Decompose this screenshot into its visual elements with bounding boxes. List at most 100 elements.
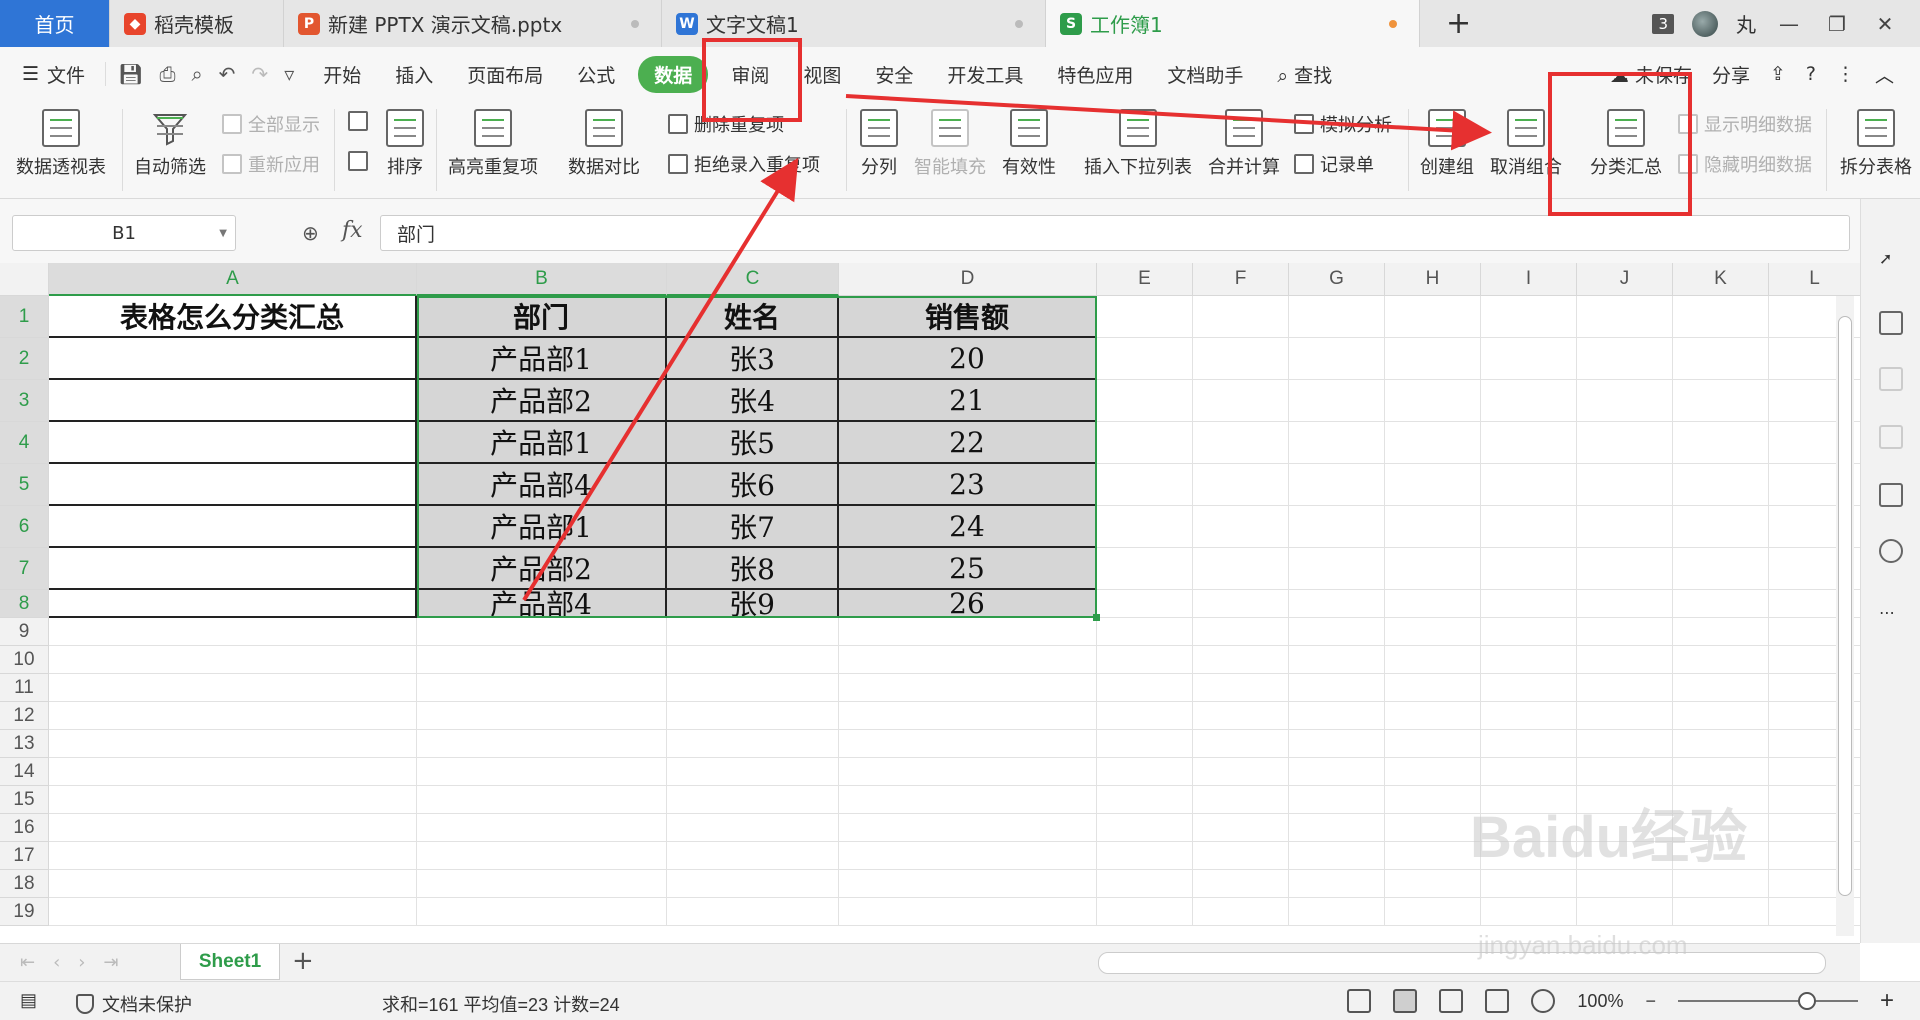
cell[interactable] (1097, 590, 1193, 618)
reapply-button[interactable]: 重新应用 (222, 151, 320, 177)
row-header-9[interactable]: 9 (0, 618, 49, 646)
smart-fill-button[interactable]: 智能填充 (914, 109, 986, 179)
cell[interactable] (839, 842, 1097, 870)
cell[interactable] (49, 758, 417, 786)
cell-data[interactable]: 20 (839, 338, 1097, 380)
cell[interactable] (1481, 296, 1577, 338)
select-all-corner[interactable] (0, 263, 49, 296)
redo-icon[interactable]: ↷ (251, 62, 268, 86)
more-icon[interactable]: ⋯ (1879, 603, 1903, 627)
print-icon[interactable]: ⎙ (159, 62, 175, 86)
cell[interactable] (1097, 786, 1193, 814)
cell[interactable] (49, 730, 417, 758)
print-preview-icon[interactable]: ⌕ (191, 62, 202, 86)
cell[interactable] (1577, 618, 1673, 646)
tab-word[interactable]: W 文字文稿1 (662, 0, 1046, 47)
cell-data[interactable]: 张4 (667, 380, 839, 422)
cell[interactable] (1193, 870, 1289, 898)
cell[interactable] (839, 758, 1097, 786)
cell[interactable] (1097, 702, 1193, 730)
tab-unsaved-dot[interactable] (1389, 20, 1397, 28)
row-header-7[interactable]: 7 (0, 548, 49, 590)
fill-handle[interactable] (1093, 614, 1100, 621)
cell-data[interactable]: 产品部2 (417, 548, 667, 590)
cell[interactable] (1193, 422, 1289, 464)
zoom-level[interactable]: 100% (1577, 991, 1623, 1012)
protection-status[interactable]: 文档未保护 (76, 991, 192, 1017)
cell[interactable] (1193, 842, 1289, 870)
cell-data[interactable]: 张6 (667, 464, 839, 506)
cell-data[interactable]: 23 (839, 464, 1097, 506)
row-header-17[interactable]: 17 (0, 842, 49, 870)
cell[interactable] (1289, 870, 1385, 898)
cell[interactable] (1097, 898, 1193, 926)
cell[interactable] (1385, 730, 1481, 758)
validity-button[interactable]: 有效性 (1002, 109, 1056, 179)
column-header-f[interactable]: F (1193, 263, 1289, 296)
cell[interactable] (1193, 730, 1289, 758)
cell[interactable] (1673, 618, 1769, 646)
next-sheet-icon[interactable]: › (78, 952, 85, 973)
cell[interactable] (667, 870, 839, 898)
cell[interactable] (1193, 380, 1289, 422)
cell[interactable] (1481, 548, 1577, 590)
first-sheet-icon[interactable]: ⇤ (20, 952, 35, 973)
cell-title[interactable]: 表格怎么分类汇总 (49, 296, 417, 338)
menu-security[interactable]: 安全 (858, 61, 930, 88)
cell[interactable] (1097, 618, 1193, 646)
cell[interactable] (1097, 506, 1193, 548)
data-compare-button[interactable]: 数据对比 (568, 109, 640, 179)
ungroup-button[interactable]: 取消组合 (1490, 109, 1562, 179)
show-detail-button[interactable]: 显示明细数据 (1678, 111, 1812, 137)
help-icon[interactable]: ? (1806, 63, 1816, 85)
cell[interactable] (667, 842, 839, 870)
cell[interactable] (1673, 730, 1769, 758)
cell[interactable] (839, 730, 1097, 758)
column-header-g[interactable]: G (1289, 263, 1385, 296)
cell[interactable] (1577, 338, 1673, 380)
cell[interactable] (1577, 548, 1673, 590)
cell[interactable] (1289, 842, 1385, 870)
menu-home[interactable]: 开始 (306, 61, 378, 88)
column-header-b[interactable]: B (417, 263, 667, 296)
cell[interactable] (49, 870, 417, 898)
cell[interactable] (1289, 506, 1385, 548)
cell[interactable] (1097, 380, 1193, 422)
insert-dropdown-button[interactable]: 插入下拉列表 (1084, 109, 1192, 179)
cell[interactable] (49, 380, 417, 422)
sort-desc-button[interactable] (348, 151, 368, 171)
cursor-icon[interactable]: ➚ (1879, 249, 1903, 273)
cell[interactable] (1289, 730, 1385, 758)
avatar[interactable] (1692, 10, 1718, 37)
row-header-2[interactable]: 2 (0, 338, 49, 380)
remove-duplicates-button[interactable]: 删除重复项 (668, 111, 784, 137)
record-form-button[interactable]: 记录单 (1294, 151, 1374, 177)
reading-mode-icon[interactable] (1485, 989, 1510, 1013)
cell[interactable] (417, 674, 667, 702)
cell[interactable] (1385, 590, 1481, 618)
cell[interactable] (1097, 814, 1193, 842)
vertical-scroll-thumb[interactable] (1838, 316, 1852, 896)
prev-sheet-icon[interactable]: ‹ (53, 952, 60, 973)
cell[interactable] (1289, 786, 1385, 814)
cell[interactable] (49, 646, 417, 674)
show-all-button[interactable]: 全部显示 (222, 111, 320, 137)
cell[interactable] (667, 674, 839, 702)
cell[interactable] (1673, 548, 1769, 590)
pivot-table-button[interactable]: 数据透视表 (16, 109, 106, 179)
cell[interactable] (1193, 618, 1289, 646)
cell[interactable] (1577, 464, 1673, 506)
cell[interactable] (1673, 380, 1769, 422)
row-header-12[interactable]: 12 (0, 702, 49, 730)
column-header-l[interactable]: L (1769, 263, 1860, 296)
cell[interactable] (1385, 422, 1481, 464)
cell[interactable] (1385, 870, 1481, 898)
cell[interactable] (667, 646, 839, 674)
cell[interactable] (1673, 506, 1769, 548)
column-header-d[interactable]: D (839, 263, 1097, 296)
cell[interactable] (1673, 870, 1769, 898)
menu-view[interactable]: 视图 (786, 61, 858, 88)
doc-status-icon[interactable]: ▤ (20, 990, 37, 1011)
tab-pptx[interactable]: P 新建 PPTX 演示文稿.pptx (284, 0, 662, 47)
sheet-tab[interactable]: Sheet1 (180, 944, 280, 980)
